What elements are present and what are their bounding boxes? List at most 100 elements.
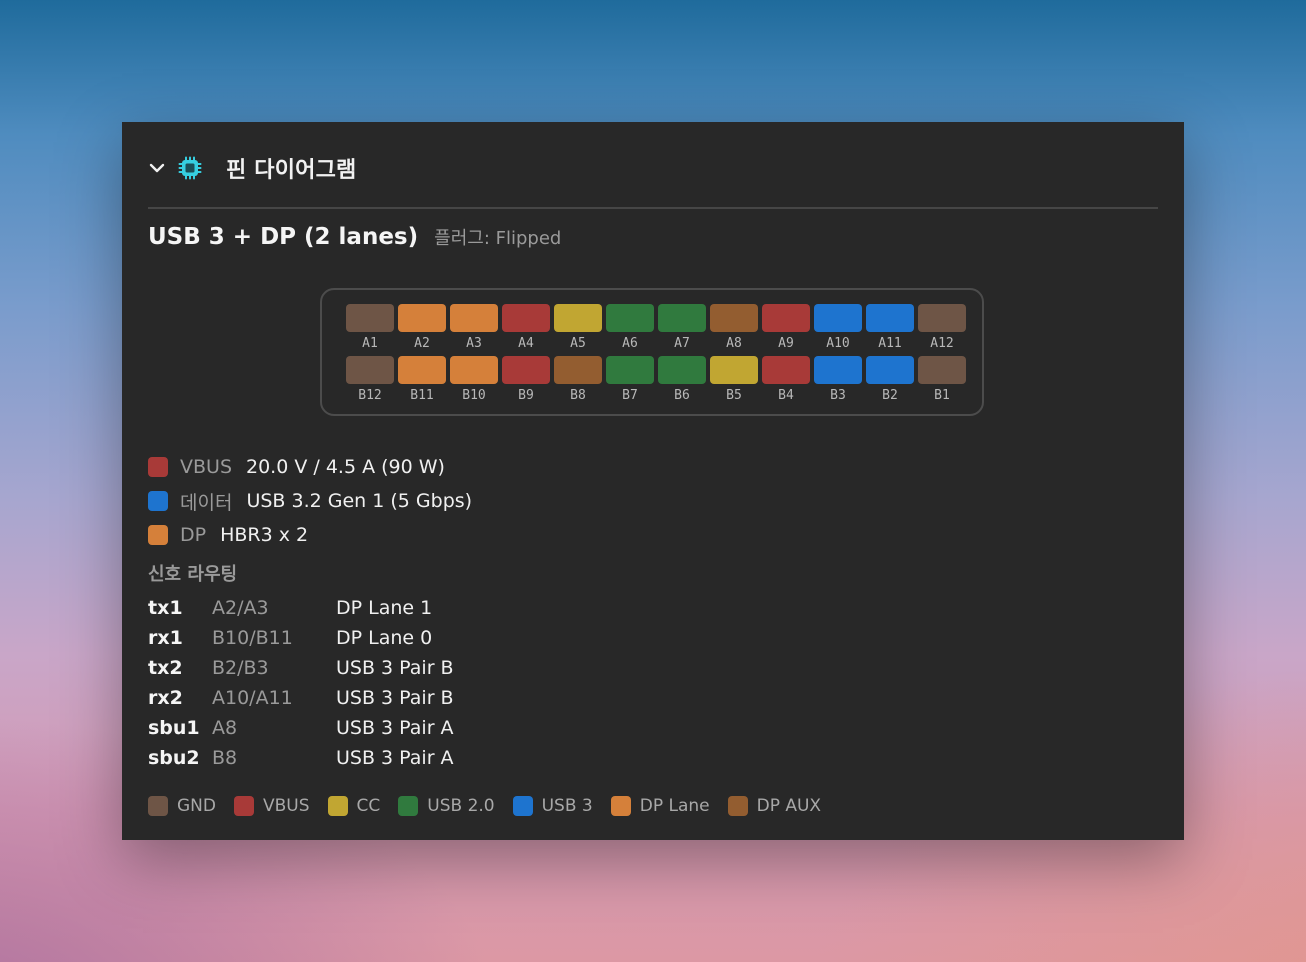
routing-pins: B2/B3 [212,657,269,679]
pin-diagram-panel: 핀 다이어그램 USB 3 + DP (2 lanes) 플러그: Flippe… [122,122,1184,840]
legend-label: VBUS [262,796,310,816]
pin-label: A1 [362,336,378,351]
panel-title: 핀 다이어그램 [226,158,357,183]
pin-block [554,304,602,332]
legend-label: DP AUX [756,796,822,816]
legend-item: USB 2.0 [398,796,495,816]
connector-pinout: A1 A2 A3 A4 A5 A6 A7 A8 A9 A10 A11 A12 B12 B11 B10 B9 B… [320,288,984,416]
routing-row: tx1 A2/A3 DP Lane 1 [148,593,454,623]
spec-key: 데이터 [180,491,233,514]
pin-b2: B2 [864,356,916,404]
pin-b7: B7 [604,356,656,404]
pin-b1: B1 [916,356,968,404]
pin-label: A10 [826,336,850,351]
routing-destination: DP Lane 1 [336,597,433,619]
routing-title: 신호 라우팅 [148,564,238,585]
legend-label: USB 2.0 [427,796,495,816]
pin-label: A9 [778,336,794,351]
pin-label: B12 [358,388,382,403]
pin-b10: B10 [448,356,500,404]
legend-label: CC [356,796,381,816]
pin-block [814,356,862,384]
spec-row: VBUS 20.0 V / 4.5 A (90 W) [148,450,472,484]
signal-routing-table: tx1 A2/A3 DP Lane 1 rx1 B10/B11 DP Lane 0 tx2 B… [148,593,454,773]
pin-b6: B6 [656,356,708,404]
spec-value: 20.0 V / 4.5 A (90 W) [246,456,445,478]
header-divider [148,207,1158,209]
routing-destination: USB 3 Pair B [336,687,454,709]
pin-row-bottom: B12 B11 B10 B9 B8 B7 B6 B5 B4 B3 B2 B1 [344,356,968,404]
pin-label: A2 [414,336,430,351]
pin-label: B3 [830,388,846,403]
pin-label: A7 [674,336,690,351]
color-legend: GND VBUS CC USB 2.0 USB 3 DP Lane DP AUX [148,794,839,818]
pin-block [502,304,550,332]
pin-block [606,304,654,332]
pin-block [762,356,810,384]
routing-signal: rx1 [148,627,183,649]
pin-block [762,304,810,332]
pin-block [658,356,706,384]
pin-a4: A4 [500,304,552,352]
chevron-down-icon[interactable] [148,159,166,177]
pin-block [658,304,706,332]
pin-block [450,356,498,384]
pin-block [346,304,394,332]
pin-label: A6 [622,336,638,351]
routing-destination: USB 3 Pair A [336,747,454,769]
pin-row-top: A1 A2 A3 A4 A5 A6 A7 A8 A9 A10 A11 A12 [344,304,968,352]
routing-pins: A2/A3 [212,597,269,619]
routing-destination: DP Lane 0 [336,627,433,649]
legend-label: USB 3 [541,796,593,816]
routing-row: rx2 A10/A11 USB 3 Pair B [148,683,454,713]
pin-a12: A12 [916,304,968,352]
routing-row: sbu1 A8 USB 3 Pair A [148,713,454,743]
legend-swatch [233,796,254,816]
pin-b4: B4 [760,356,812,404]
pin-b9: B9 [500,356,552,404]
routing-signal: tx1 [148,597,183,619]
pin-a3: A3 [448,304,500,352]
pin-block [710,304,758,332]
pin-a8: A8 [708,304,760,352]
chip-icon [178,156,202,180]
pin-b11: B11 [396,356,448,404]
spec-swatch [148,457,168,477]
pin-label: B9 [518,388,534,403]
pin-label: B8 [570,388,586,403]
pin-label: A12 [930,336,954,351]
legend-swatch [327,796,348,816]
pin-block [346,356,394,384]
pin-label: B10 [462,388,486,403]
legend-swatch [398,796,419,816]
legend-swatch [610,796,631,816]
pin-a10: A10 [812,304,864,352]
pin-label: B11 [410,388,434,403]
routing-destination: USB 3 Pair A [336,717,454,739]
pin-block [918,356,966,384]
routing-row: rx1 B10/B11 DP Lane 0 [148,623,454,653]
legend-item: USB 3 [512,796,593,816]
pin-label: B4 [778,388,794,403]
pin-block [398,356,446,384]
power-data-specs: VBUS 20.0 V / 4.5 A (90 W) 데이터 USB 3.2 Gen … [148,450,472,552]
pin-block [866,356,914,384]
spec-value: USB 3.2 Gen 1 (5 Gbps) [246,490,473,512]
legend-swatch [727,796,748,816]
routing-row: tx2 B2/B3 USB 3 Pair B [148,653,454,683]
pin-b5: B5 [708,356,760,404]
pin-block [866,304,914,332]
spec-value: HBR3 x 2 [220,524,309,546]
routing-destination: USB 3 Pair B [336,657,454,679]
section-header[interactable]: 핀 다이어그램 [148,152,357,184]
legend-item: CC [327,796,381,816]
pin-label: B1 [934,388,950,403]
pin-block [918,304,966,332]
pin-a9: A9 [760,304,812,352]
spec-key: VBUS [180,456,232,478]
pin-a7: A7 [656,304,708,352]
legend-swatch [148,796,168,816]
routing-pins: A10/A11 [212,687,293,709]
pin-label: A5 [570,336,586,351]
pin-a5: A5 [552,304,604,352]
